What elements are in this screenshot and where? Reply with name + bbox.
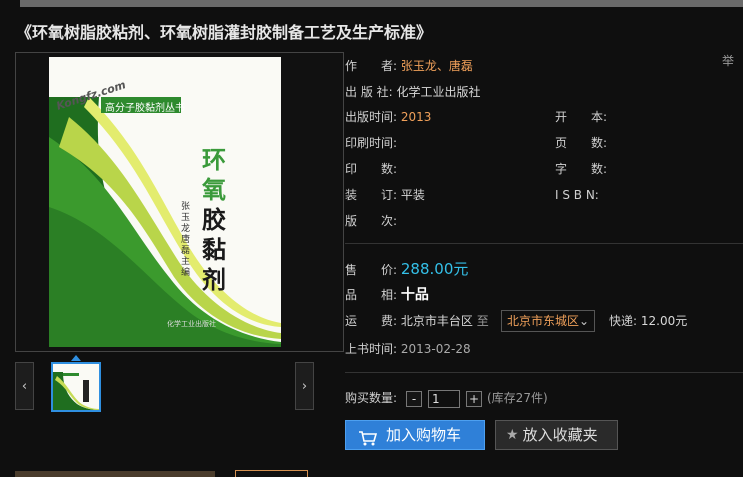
thumb-pointer xyxy=(71,355,81,361)
star-icon: ★ xyxy=(506,427,519,443)
prev-image-button[interactable]: ‹ xyxy=(15,362,34,410)
add-to-cart-button[interactable]: 加入购物车 xyxy=(345,420,485,450)
report-link[interactable]: 举 xyxy=(722,52,734,69)
qty-label: 购买数量: xyxy=(345,391,398,405)
binding-label: 装 订: xyxy=(345,188,398,202)
page-title: 《环氧树脂胶粘剂、环氧树脂灌封胶制备工艺及生产标准》 xyxy=(16,23,433,42)
binding-value: 平装 xyxy=(400,188,425,202)
destination-select[interactable]: 北京市东城区 ⌄ xyxy=(501,310,595,332)
cover-series: 高分子胶黏剂丛书 xyxy=(105,103,185,114)
main-image-frame: Kongfz.com 高分子胶黏剂丛书 环 氧 胶 黏 剂 张玉龙 唐磊 主编 … xyxy=(15,52,344,352)
price-label: 售 价: xyxy=(345,263,398,277)
publisher-label: 出 版 社: xyxy=(345,85,393,99)
author-link-2[interactable]: 唐磊 xyxy=(449,59,473,73)
format-label: 开 本: xyxy=(555,110,608,124)
listed-label: 上书时间: xyxy=(345,342,398,356)
express-label: 快递: xyxy=(609,314,638,328)
add-to-favorites-label: 放入收藏夹 xyxy=(522,426,598,444)
qty-plus-button[interactable]: + xyxy=(466,391,482,407)
isbn-label: I S B N: xyxy=(555,188,599,202)
cart-icon xyxy=(358,427,378,446)
ship-from: 北京市丰台区 xyxy=(400,314,473,328)
pages-label: 页 数: xyxy=(555,136,608,150)
top-bar xyxy=(20,0,743,7)
words-label: 字 数: xyxy=(555,162,608,176)
next-image-button[interactable]: › xyxy=(295,362,314,410)
qty-input[interactable]: 1 xyxy=(428,390,460,408)
stock-text: (库存27件) xyxy=(487,391,548,405)
shipping-label: 运 费: xyxy=(345,314,398,328)
book-cover-image[interactable]: Kongfz.com 高分子胶黏剂丛书 环 氧 胶 黏 剂 张玉龙 唐磊 主编 … xyxy=(49,57,281,347)
author-separator: 、 xyxy=(436,59,449,73)
price-value: 288.00元 xyxy=(400,260,469,278)
listed-value: 2013-02-28 xyxy=(400,342,471,356)
edition-label: 版 次: xyxy=(345,214,398,228)
author-label: 作 者: xyxy=(345,59,398,73)
cover-authors: 张玉龙 唐磊 主编 xyxy=(181,202,191,278)
chevron-down-icon: ⌄ xyxy=(578,314,589,328)
add-to-favorites-button[interactable]: ★ 放入收藏夹 xyxy=(495,420,618,450)
thumbnail-1[interactable] xyxy=(51,362,101,412)
impression-label: 印 数: xyxy=(345,162,398,176)
divider xyxy=(345,372,743,373)
cover-title: 环 氧 胶 黏 剂 xyxy=(202,146,226,294)
condition-value: 十品 xyxy=(400,287,429,303)
express-fee: 12.00元 xyxy=(640,314,688,328)
publisher-value[interactable]: 化学工业出版社 xyxy=(397,85,481,99)
destination-value: 北京市东城区 xyxy=(507,314,580,328)
ship-to-word: 至 xyxy=(476,314,489,328)
pubdate-value: 2013 xyxy=(400,110,432,124)
bottom-tab-active[interactable] xyxy=(235,470,308,477)
print-time-label: 印刷时间: xyxy=(345,136,398,150)
author-link-1[interactable]: 张玉龙 xyxy=(401,59,437,73)
cover-publisher: 化学工业出版社 xyxy=(167,320,216,328)
condition-label: 品 相: xyxy=(345,288,398,302)
bottom-tab-bar xyxy=(15,471,215,477)
pubdate-label: 出版时间: xyxy=(345,110,398,124)
qty-minus-button[interactable]: - xyxy=(406,391,422,407)
divider xyxy=(345,243,743,244)
add-to-cart-label: 加入购物车 xyxy=(386,426,462,444)
